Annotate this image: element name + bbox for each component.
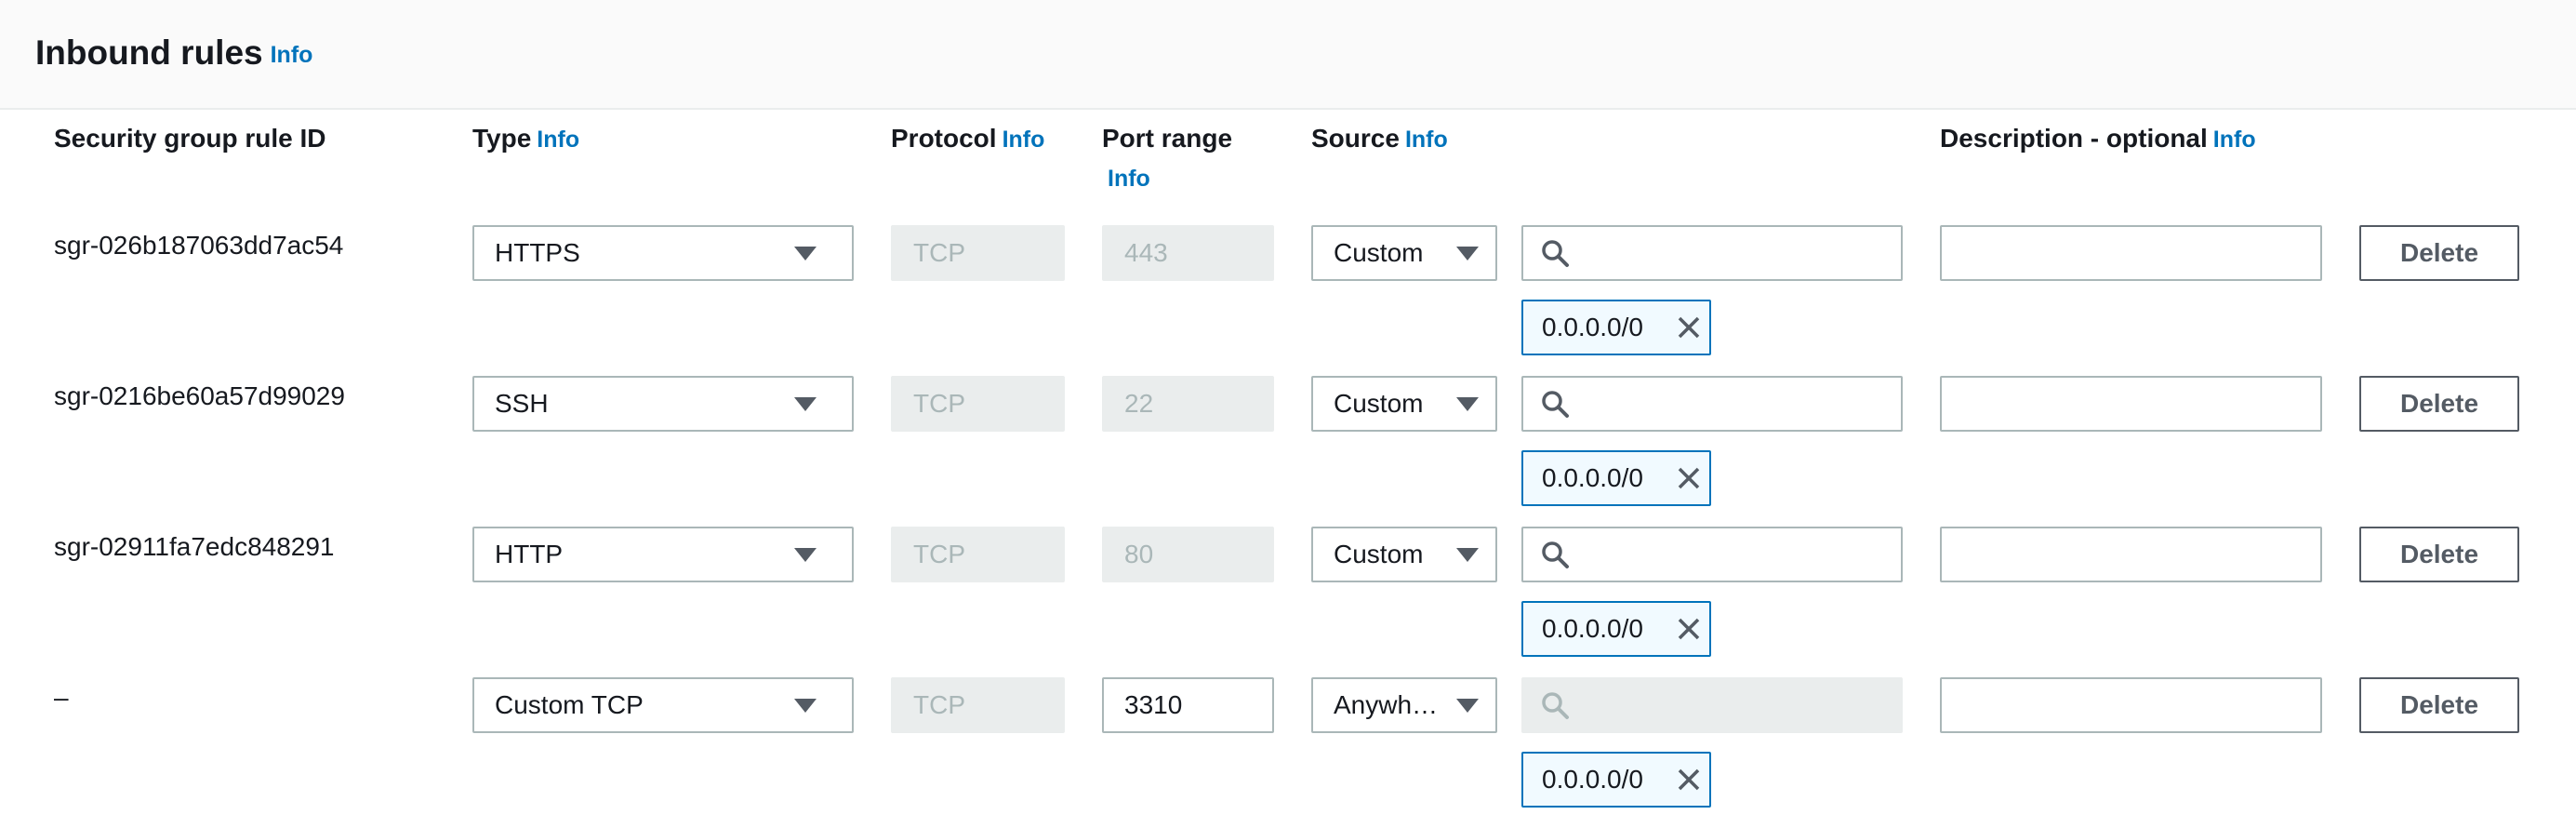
source-type-select[interactable]: Custom	[1311, 225, 1497, 281]
column-header-protocol: Protocol Info	[891, 123, 1044, 155]
port-range-value: 80	[1124, 540, 1154, 568]
source-search-input	[1521, 677, 1903, 733]
type-select-value: HTTPS	[495, 238, 580, 267]
caret-down-icon	[794, 246, 817, 260]
source-type-select[interactable]: Custom	[1311, 376, 1497, 432]
close-icon[interactable]	[1668, 458, 1709, 499]
port-range-field: 443	[1102, 225, 1274, 281]
search-icon	[1540, 238, 1570, 268]
close-icon[interactable]	[1668, 608, 1709, 649]
description-input[interactable]	[1940, 527, 2322, 582]
column-header-source-label: Source	[1311, 124, 1400, 153]
caret-down-icon	[1456, 698, 1479, 713]
protocol-value: TCP	[913, 540, 965, 568]
rule-id: sgr-02911fa7edc848291	[54, 532, 335, 561]
column-header-port-range: Port range	[1102, 123, 1232, 154]
source-token-value: 0.0.0.0/0	[1542, 463, 1643, 492]
description-input[interactable]	[1940, 677, 2322, 733]
column-header-rule-id-label: Security group rule ID	[54, 124, 326, 153]
delete-button[interactable]: Delete	[2359, 527, 2519, 582]
source-token-value: 0.0.0.0/0	[1542, 765, 1643, 794]
protocol-info-link[interactable]: Info	[1003, 127, 1045, 153]
port-range-field[interactable]: 3310	[1102, 677, 1274, 733]
description-info-link[interactable]: Info	[2213, 127, 2256, 153]
type-select-value: Custom TCP	[495, 690, 644, 719]
type-select[interactable]: Custom TCP	[472, 677, 854, 733]
rule-id: sgr-026b187063dd7ac54	[54, 231, 344, 260]
title-text: Inbound rules	[35, 33, 263, 72]
source-search-input[interactable]	[1521, 225, 1903, 281]
column-header-protocol-label: Protocol	[891, 124, 997, 153]
type-select-value: SSH	[495, 389, 549, 418]
protocol-value: TCP	[913, 389, 965, 418]
rule-id: –	[54, 683, 69, 712]
caret-down-icon	[1456, 396, 1479, 411]
column-header-type: Type Info	[472, 123, 579, 155]
column-header-source: Source Info	[1311, 123, 1448, 155]
protocol-value: TCP	[913, 690, 965, 719]
source-info-link[interactable]: Info	[1405, 127, 1448, 153]
column-header-port-range-label: Port range	[1102, 124, 1233, 153]
delete-button[interactable]: Delete	[2359, 677, 2519, 733]
column-header-type-label: Type	[472, 124, 532, 153]
port-range-info-link[interactable]: Info	[1108, 166, 1150, 192]
column-header-description: Description - optional Info	[1940, 123, 2256, 155]
search-icon	[1540, 540, 1570, 569]
source-type-select[interactable]: Anywh…	[1311, 677, 1497, 733]
source-search-input[interactable]	[1521, 527, 1903, 582]
description-input[interactable]	[1940, 376, 2322, 432]
source-token: 0.0.0.0/0	[1521, 300, 1711, 355]
source-type-value: Custom	[1334, 389, 1424, 418]
source-type-value: Custom	[1334, 238, 1424, 267]
caret-down-icon	[1456, 547, 1479, 562]
type-info-link[interactable]: Info	[537, 127, 579, 153]
column-header-rule-id: Security group rule ID	[54, 123, 326, 154]
title-info-link[interactable]: Info	[271, 42, 313, 68]
port-range-field: 22	[1102, 376, 1274, 432]
port-range-info: Info	[1102, 162, 1150, 194]
type-select[interactable]: SSH	[472, 376, 854, 432]
protocol-field: TCP	[891, 225, 1065, 281]
source-type-select[interactable]: Custom	[1311, 527, 1497, 582]
port-range-value: 3310	[1124, 690, 1183, 719]
source-token-value: 0.0.0.0/0	[1542, 614, 1643, 643]
protocol-value: TCP	[913, 238, 965, 267]
source-type-value: Anywh…	[1334, 690, 1439, 719]
close-icon[interactable]	[1668, 759, 1709, 800]
caret-down-icon	[794, 698, 817, 713]
search-icon	[1540, 690, 1570, 720]
caret-down-icon	[1456, 246, 1479, 260]
caret-down-icon	[794, 547, 817, 562]
type-select-value: HTTP	[495, 540, 564, 568]
page-title: Inbound rules Info	[35, 33, 312, 73]
type-select[interactable]: HTTP	[472, 527, 854, 582]
port-range-value: 443	[1124, 238, 1168, 267]
caret-down-icon	[794, 396, 817, 411]
description-input[interactable]	[1940, 225, 2322, 281]
column-header-description-label: Description - optional	[1940, 124, 2208, 153]
protocol-field: TCP	[891, 527, 1065, 582]
source-token: 0.0.0.0/0	[1521, 752, 1711, 808]
delete-button[interactable]: Delete	[2359, 225, 2519, 281]
panel-header: Inbound rules Info	[0, 0, 2576, 110]
rule-id: sgr-0216be60a57d99029	[54, 381, 345, 410]
type-select[interactable]: HTTPS	[472, 225, 854, 281]
protocol-field: TCP	[891, 677, 1065, 733]
port-range-field: 80	[1102, 527, 1274, 582]
source-token: 0.0.0.0/0	[1521, 450, 1711, 506]
delete-button[interactable]: Delete	[2359, 376, 2519, 432]
close-icon[interactable]	[1668, 307, 1709, 348]
protocol-field: TCP	[891, 376, 1065, 432]
search-icon	[1540, 389, 1570, 419]
source-search-input[interactable]	[1521, 376, 1903, 432]
port-range-value: 22	[1124, 389, 1154, 418]
source-type-value: Custom	[1334, 540, 1424, 568]
source-token: 0.0.0.0/0	[1521, 601, 1711, 657]
source-token-value: 0.0.0.0/0	[1542, 313, 1643, 341]
